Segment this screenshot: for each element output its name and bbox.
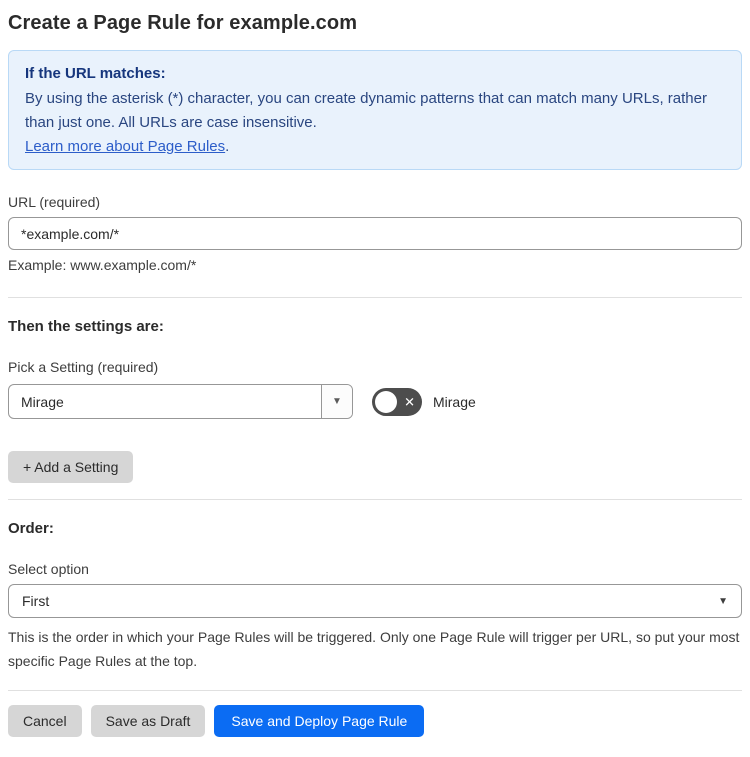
url-field-label: URL (required) (8, 194, 101, 210)
url-match-info-box: If the URL matches: By using the asteris… (8, 50, 742, 170)
link-suffix: . (225, 138, 230, 155)
divider (8, 690, 742, 691)
info-box-link-line: Learn more about Page Rules. (25, 135, 725, 159)
add-setting-button[interactable]: + Add a Setting (8, 451, 134, 483)
toggle-knob (375, 390, 397, 413)
order-select[interactable]: First ▼ (8, 584, 742, 618)
info-box-heading: If the URL matches: (25, 65, 166, 82)
mirage-toggle[interactable]: ✕ (372, 387, 422, 416)
chevron-down-icon: ▼ (332, 396, 342, 407)
divider (8, 499, 742, 500)
toggle-label: Mirage (433, 393, 476, 410)
footer-actions: Cancel Save as Draft Save and Deploy Pag… (8, 705, 742, 737)
setting-picker-label: Pick a Setting (required) (8, 359, 159, 375)
order-select-value: First (22, 593, 50, 609)
order-select-label: Select option (8, 561, 89, 577)
order-section-heading: Order: (8, 520, 54, 537)
divider (8, 297, 742, 298)
setting-dropdown[interactable]: Mirage ▼ (8, 384, 353, 419)
url-example-text: Example: www.example.com/* (8, 257, 197, 273)
cancel-button[interactable]: Cancel (8, 705, 82, 737)
setting-row: Mirage ▼ ✕ Mirage (8, 384, 742, 419)
save-and-deploy-button[interactable]: Save and Deploy Page Rule (214, 705, 425, 737)
url-input[interactable] (8, 217, 742, 250)
save-as-draft-button[interactable]: Save as Draft (90, 705, 206, 737)
setting-dropdown-arrow-button[interactable]: ▼ (321, 385, 352, 418)
order-help-text: This is the order in which your Page Rul… (8, 629, 740, 669)
learn-more-link[interactable]: Learn more about Page Rules (25, 138, 225, 155)
chevron-down-icon: ▼ (718, 595, 728, 607)
info-box-body: By using the asterisk (*) character, you… (25, 90, 707, 131)
page-title: Create a Page Rule for example.com (8, 12, 358, 34)
setting-dropdown-value: Mirage (21, 393, 64, 410)
toggle-off-x-icon: ✕ (404, 394, 415, 409)
settings-section-heading: Then the settings are: (8, 318, 164, 335)
